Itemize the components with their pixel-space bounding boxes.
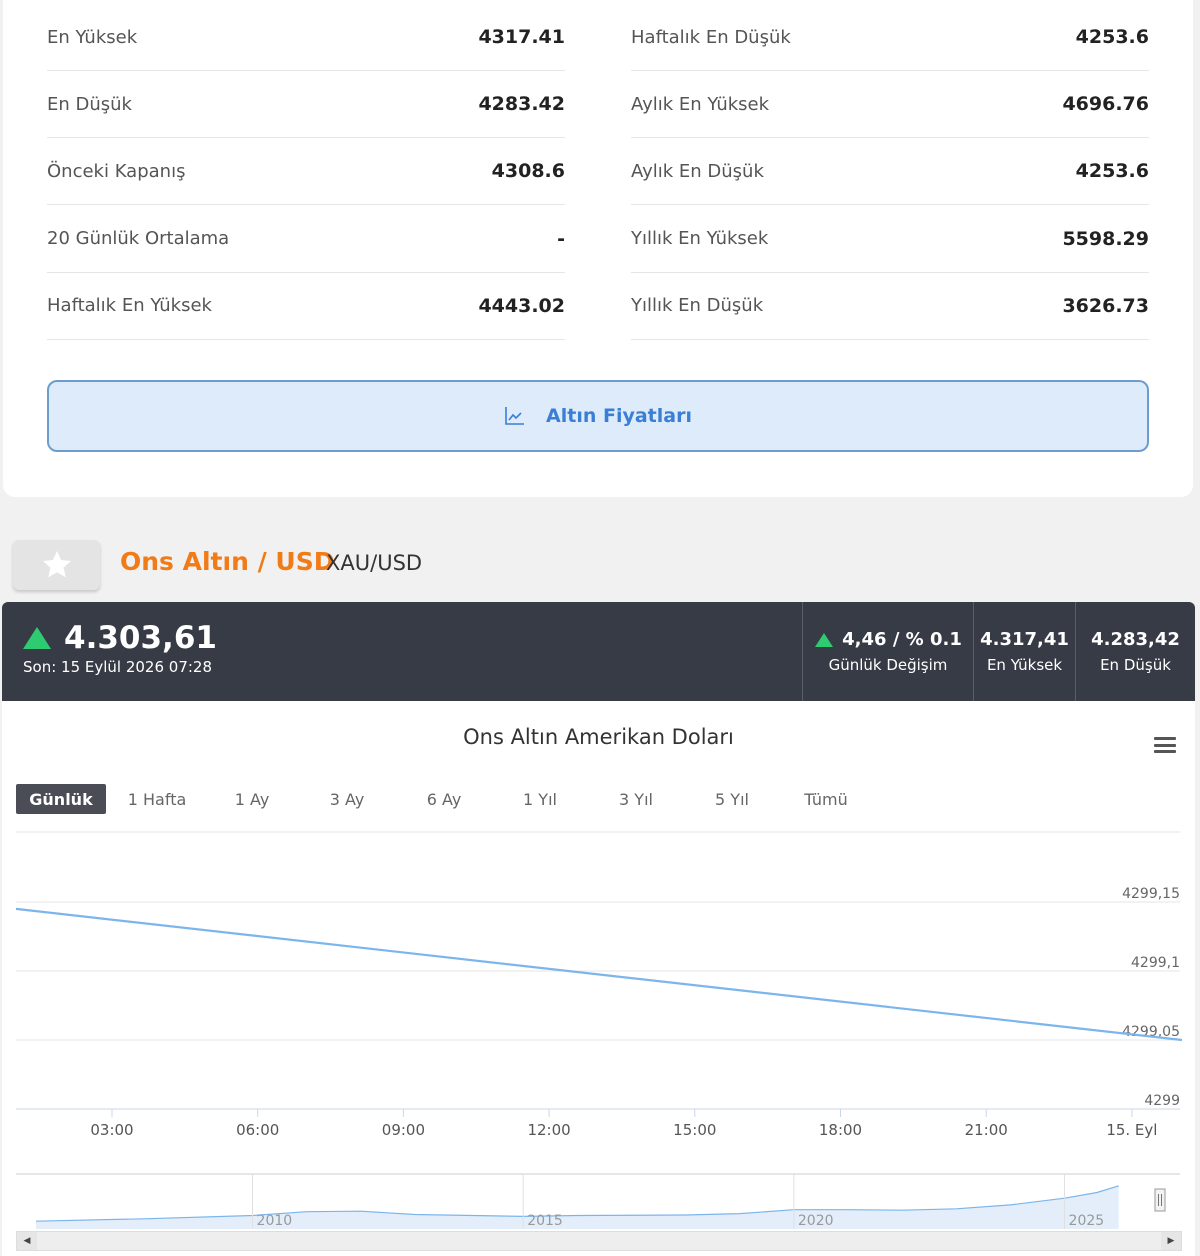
stat-label: En Yüksek bbox=[47, 26, 138, 48]
stat-row: Haftalık En Yüksek 4443.02 bbox=[47, 273, 565, 340]
range-button[interactable]: 6 Ay bbox=[404, 784, 484, 814]
up-arrow-icon bbox=[815, 632, 834, 647]
navigator-year-label: 2015 bbox=[527, 1213, 563, 1229]
stat-row: Haftalık En Düşük 4253.6 bbox=[631, 4, 1149, 71]
scroll-right-arrow-icon[interactable]: ▶ bbox=[1161, 1232, 1181, 1250]
stat-value: 4443.02 bbox=[478, 294, 565, 317]
range-button[interactable]: Günlük bbox=[16, 784, 106, 814]
stat-row: En Yüksek 4317.41 bbox=[47, 4, 565, 71]
stat-value: 4696.76 bbox=[1062, 93, 1149, 116]
stat-value: 4308.6 bbox=[491, 160, 565, 183]
navigator-handle bbox=[1154, 1188, 1166, 1212]
navigator-year-label: 2020 bbox=[798, 1213, 834, 1229]
day-high-box: 4.317,41 En Yüksek bbox=[973, 602, 1075, 701]
up-arrow-icon bbox=[23, 627, 51, 649]
daily-change-box: 4,46 / % 0.1 Günlük Değişim bbox=[802, 602, 973, 701]
day-high-label: En Yüksek bbox=[986, 656, 1063, 674]
x-tick-label: 12:00 bbox=[527, 1121, 570, 1139]
y-tick-label: 4299,1 bbox=[1131, 955, 1180, 971]
stat-label: En Düşük bbox=[47, 93, 132, 115]
instrument-title: Ons Altın / USD bbox=[120, 547, 335, 576]
chart-menu-icon[interactable] bbox=[1154, 737, 1176, 753]
stat-value: 3626.73 bbox=[1062, 294, 1149, 317]
chart-panel: 4299 4299,05 4299,1 4299,15 03:00 06:00 09:00 1… bbox=[2, 701, 1195, 1256]
stat-row: Yıllık En Yüksek 5598.29 bbox=[631, 206, 1149, 273]
chart-title: Ons Altın Amerikan Doları bbox=[463, 725, 734, 749]
range-button[interactable]: 1 Yıl bbox=[502, 784, 578, 814]
x-tick-label: 03:00 bbox=[90, 1121, 133, 1139]
x-tick-label: 15. Eyl bbox=[1106, 1121, 1157, 1139]
x-tick-label: 18:00 bbox=[819, 1121, 862, 1139]
gold-prices-button[interactable]: Altın Fiyatları bbox=[47, 380, 1149, 452]
stat-label: Haftalık En Yüksek bbox=[47, 295, 212, 317]
y-tick-label: 4299,15 bbox=[1122, 886, 1180, 902]
navigator-scrollbar[interactable]: ◀ ▶ bbox=[16, 1231, 1182, 1251]
stat-value: 5598.29 bbox=[1062, 227, 1149, 250]
stat-label: Yıllık En Yüksek bbox=[631, 228, 769, 250]
current-price: 4.303,61 bbox=[64, 620, 217, 656]
day-low-label: En Düşük bbox=[1100, 656, 1171, 674]
navigator-year-label: 2010 bbox=[257, 1213, 293, 1229]
range-button[interactable]: 3 Yıl bbox=[598, 784, 674, 814]
navigator-year-label: 2025 bbox=[1069, 1213, 1105, 1229]
stat-value: 4317.41 bbox=[478, 26, 565, 48]
stat-row: Aylık En Yüksek 4696.76 bbox=[631, 71, 1149, 139]
x-tick-label: 21:00 bbox=[965, 1121, 1008, 1139]
stat-value: 4283.42 bbox=[478, 93, 565, 116]
range-button[interactable]: Tümü bbox=[786, 784, 866, 814]
gold-prices-button-label: Altın Fiyatları bbox=[546, 405, 692, 427]
y-tick-label: 4299 bbox=[1144, 1093, 1180, 1109]
day-low-value: 4.283,42 bbox=[1091, 629, 1180, 650]
line-chart-icon bbox=[505, 407, 525, 425]
star-icon bbox=[42, 551, 71, 578]
stat-row: Aylık En Düşük 4253.6 bbox=[631, 138, 1149, 206]
stat-value: - bbox=[557, 227, 565, 250]
daily-change-label: Günlük Değişim bbox=[828, 656, 948, 674]
x-tick-label: 15:00 bbox=[673, 1121, 716, 1139]
stat-label: Önceki Kapanış bbox=[47, 160, 186, 182]
daily-change-value: 4,46 / % 0.1 bbox=[842, 629, 962, 650]
range-button[interactable]: 3 Ay bbox=[308, 784, 386, 814]
stat-label: Haftalık En Düşük bbox=[631, 26, 791, 48]
scroll-left-arrow-icon[interactable]: ◀ bbox=[17, 1232, 37, 1250]
price-series-line bbox=[15, 907, 1183, 1042]
instrument-symbol: XAU/USD bbox=[326, 551, 423, 575]
stats-card: En Yüksek 4317.41 En Düşük 4283.42 Önceki Ka… bbox=[3, 0, 1193, 497]
stat-value: 4253.6 bbox=[1075, 26, 1149, 48]
stat-label: 20 Günlük Ortalama bbox=[47, 228, 230, 250]
quote-bar: 4.303,61 Son: 15 Eylül 2026 07:28 4,46 /… bbox=[2, 602, 1195, 701]
range-button[interactable]: 1 Hafta bbox=[115, 784, 199, 814]
navigator-area bbox=[36, 1185, 1119, 1229]
x-tick-label: 06:00 bbox=[236, 1121, 279, 1139]
stat-value: 4253.6 bbox=[1075, 160, 1149, 183]
stat-label: Aylık En Düşük bbox=[631, 160, 764, 182]
stat-label: Yıllık En Düşük bbox=[631, 295, 764, 317]
stat-row: Önceki Kapanış 4308.6 bbox=[47, 138, 565, 206]
range-button[interactable]: 1 Ay bbox=[215, 784, 289, 814]
stat-label: Aylık En Yüksek bbox=[631, 93, 770, 115]
range-button[interactable]: 5 Yıl bbox=[694, 784, 770, 814]
stat-row: 20 Günlük Ortalama - bbox=[47, 206, 565, 273]
last-update-time: Son: 15 Eylül 2026 07:28 bbox=[23, 658, 213, 676]
x-tick-label: 09:00 bbox=[382, 1121, 425, 1139]
stat-row: En Düşük 4283.42 bbox=[47, 71, 565, 139]
stat-row: Yıllık En Düşük 3626.73 bbox=[631, 273, 1149, 340]
favorite-button[interactable] bbox=[13, 540, 100, 590]
day-low-box: 4.283,42 En Düşük bbox=[1075, 602, 1195, 701]
day-high-value: 4.317,41 bbox=[980, 629, 1069, 650]
